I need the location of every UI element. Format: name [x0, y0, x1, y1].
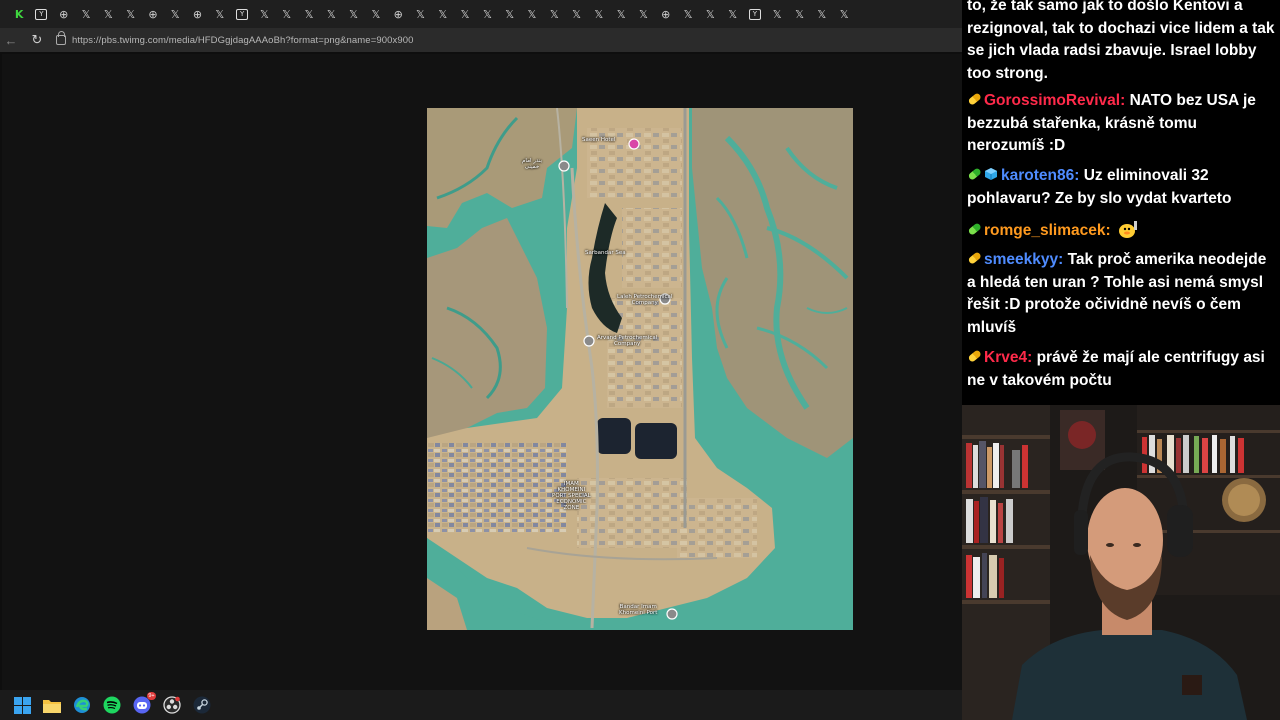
- spotify-icon: [103, 696, 121, 714]
- obs-icon: [163, 696, 181, 714]
- discord-notification-badge: 9+: [147, 692, 156, 700]
- steam-button[interactable]: [192, 695, 212, 715]
- back-button[interactable]: ←: [0, 29, 22, 51]
- pill-badge-icon: [964, 89, 984, 109]
- pill-badge-icon: [964, 164, 984, 184]
- chat-message-partial: to, že tak samo jak to došlo Kentovi a r…: [967, 0, 1277, 85]
- browser-tab[interactable]: 𝕏: [298, 0, 320, 28]
- browser-tab[interactable]: K: [8, 0, 30, 28]
- tab-favicon-icon: Y: [748, 8, 761, 20]
- map-label-arvand: Arvand Petrochemical Company: [597, 335, 658, 347]
- pill-badge-icon: [964, 219, 984, 239]
- start-button[interactable]: [12, 695, 32, 715]
- browser-tab[interactable]: 𝕏: [766, 0, 788, 28]
- browser-window: K Y ⊕ 𝕏 𝕏 𝕏 ⊕ 𝕏 ⊕ 𝕏 Y 𝕏 𝕏 𝕏 𝕏 𝕏 𝕏 ⊕ 𝕏 𝕏 𝕏 𝕏 𝕏 𝕏 𝕏 𝕏 𝕏 𝕏 𝕏 ⊕ 𝕏 𝕏 𝕏 Y 𝕏 𝕏 𝕏 𝕏 ←…: [0, 0, 962, 690]
- browser-tab[interactable]: 𝕏: [253, 0, 275, 28]
- browser-tab[interactable]: 𝕏: [164, 0, 186, 28]
- browser-tab[interactable]: ⊕: [142, 0, 164, 28]
- chat-message-text: to, že tak samo jak to došlo Kentovi a r…: [967, 0, 1275, 82]
- browser-tab[interactable]: 𝕏: [432, 0, 454, 28]
- file-explorer-button[interactable]: [42, 695, 62, 715]
- discord-button[interactable]: 9+: [132, 692, 156, 715]
- chat-username[interactable]: romge_slimacek:: [984, 222, 1111, 239]
- browser-tab[interactable]: 𝕏: [342, 0, 364, 28]
- browser-tab[interactable]: 𝕏: [833, 0, 855, 28]
- pill-badge-icon: [964, 248, 984, 268]
- chat-message: GorossimoRevival: NATO bez USA je bezzub…: [967, 90, 1277, 158]
- chat-message: smeekkyy: Tak proč amerika neodejde a hl…: [967, 249, 1277, 339]
- chat-message: romge_slimacek:: [967, 219, 1277, 243]
- map-label-hotel: Saeen Hotel: [582, 137, 616, 143]
- browser-tab[interactable]: 𝕏: [699, 0, 721, 28]
- browser-tab[interactable]: 𝕏: [276, 0, 298, 28]
- browser-tab[interactable]: 𝕏: [320, 0, 342, 28]
- arrow-left-icon: ←: [4, 32, 18, 48]
- browser-toolbar: ← ↻ https://pbs.twimg.com/media/HFDGgjda…: [0, 28, 962, 52]
- chat-username[interactable]: smeekkyy:: [984, 251, 1063, 268]
- tab-favicon-icon: Y: [236, 8, 249, 20]
- browser-tab[interactable]: 𝕏: [476, 0, 498, 28]
- browser-tab[interactable]: 𝕏: [632, 0, 654, 28]
- cube-badge-icon: [985, 168, 997, 180]
- taskbar: 9+: [0, 690, 962, 720]
- browser-tab[interactable]: 𝕏: [499, 0, 521, 28]
- browser-tab[interactable]: 𝕏: [209, 0, 231, 28]
- browser-tab[interactable]: ⊕: [387, 0, 409, 28]
- satellite-map-image: Saeen Hotel بندر امام خمینی Sarbandar Se…: [427, 108, 853, 630]
- browser-tab[interactable]: 𝕏: [588, 0, 610, 28]
- map-label-laleh: Laleh Petrochemical Company: [617, 294, 673, 306]
- tab-favicon-icon: Y: [35, 8, 48, 20]
- browser-tab[interactable]: 𝕏: [365, 0, 387, 28]
- tab-strip: K Y ⊕ 𝕏 𝕏 𝕏 ⊕ 𝕏 ⊕ 𝕏 Y 𝕏 𝕏 𝕏 𝕏 𝕏 𝕏 ⊕ 𝕏 𝕏 𝕏 𝕏 𝕏 𝕏 𝕏 𝕏 𝕏 𝕏 𝕏 ⊕ 𝕏 𝕏 𝕏 Y 𝕏 𝕏 𝕏 𝕏: [0, 0, 962, 28]
- browser-tab[interactable]: Y: [744, 0, 766, 28]
- browser-tab[interactable]: 𝕏: [677, 0, 699, 28]
- browser-tab[interactable]: 𝕏: [454, 0, 476, 28]
- address-bar[interactable]: https://pbs.twimg.com/media/HFDGgjdagAAA…: [56, 30, 414, 50]
- browser-tab[interactable]: ⊕: [53, 0, 75, 28]
- browser-tab[interactable]: 𝕏: [75, 0, 97, 28]
- reload-button[interactable]: ↻: [26, 29, 48, 51]
- webcam-feed: [962, 405, 1280, 720]
- edge-button[interactable]: [72, 695, 92, 715]
- browser-tab[interactable]: Y: [231, 0, 253, 28]
- browser-tab[interactable]: ⊕: [655, 0, 677, 28]
- streamer-webcam-image: [962, 405, 1280, 720]
- chat-username[interactable]: karoten86:: [1001, 167, 1079, 184]
- browser-tab[interactable]: 𝕏: [610, 0, 632, 28]
- map-label-sea: Sarbandar Sea: [585, 250, 626, 256]
- spotify-button[interactable]: [102, 695, 122, 715]
- obs-button[interactable]: [162, 695, 182, 715]
- chat-username[interactable]: GorossimoRevival:: [984, 92, 1125, 109]
- chat-message: Krve4: právě že mají ale centrifugy asi …: [967, 347, 1277, 392]
- windows-icon: [13, 696, 31, 714]
- browser-tab[interactable]: 𝕏: [543, 0, 565, 28]
- browser-tab[interactable]: 𝕏: [409, 0, 431, 28]
- map-label-bandar: بندر امام خمینی: [522, 158, 543, 170]
- browser-tab[interactable]: 𝕏: [811, 0, 833, 28]
- reload-icon: ↻: [31, 32, 43, 47]
- browser-tab[interactable]: 𝕏: [97, 0, 119, 28]
- pill-badge-icon: [964, 346, 984, 366]
- chat-panel: to, že tak samo jak to došlo Kentovi a r…: [962, 0, 1280, 405]
- steam-icon: [193, 696, 211, 714]
- map-label-port: Bandar Imam Khomeini Port: [619, 604, 658, 616]
- chat-message: karoten86: Uz eliminovali 32 pohlavaru? …: [967, 165, 1277, 210]
- browser-tab[interactable]: 𝕏: [119, 0, 141, 28]
- browser-tab[interactable]: ⊕: [186, 0, 208, 28]
- page-content: Saeen Hotel بندر امام خمینی Sarbandar Se…: [0, 52, 962, 690]
- chat-username[interactable]: Krve4:: [984, 349, 1032, 366]
- browser-tab[interactable]: 𝕏: [565, 0, 587, 28]
- browser-tab[interactable]: 𝕏: [521, 0, 543, 28]
- map-label-economic-zone: IMAM KHOMEINI PORT SPECIAL ECONOMIC ZONE: [552, 481, 591, 511]
- duck-emote-icon: [1118, 221, 1137, 238]
- satellite-map-svg: [427, 108, 853, 630]
- browser-tab[interactable]: 𝕏: [788, 0, 810, 28]
- browser-tab[interactable]: Y: [30, 0, 52, 28]
- browser-tab[interactable]: 𝕏: [722, 0, 744, 28]
- folder-icon: [43, 699, 61, 713]
- edge-icon: [74, 697, 90, 713]
- url-text[interactable]: https://pbs.twimg.com/media/HFDGgjdagAAA…: [72, 35, 414, 46]
- lock-icon: [56, 31, 66, 45]
